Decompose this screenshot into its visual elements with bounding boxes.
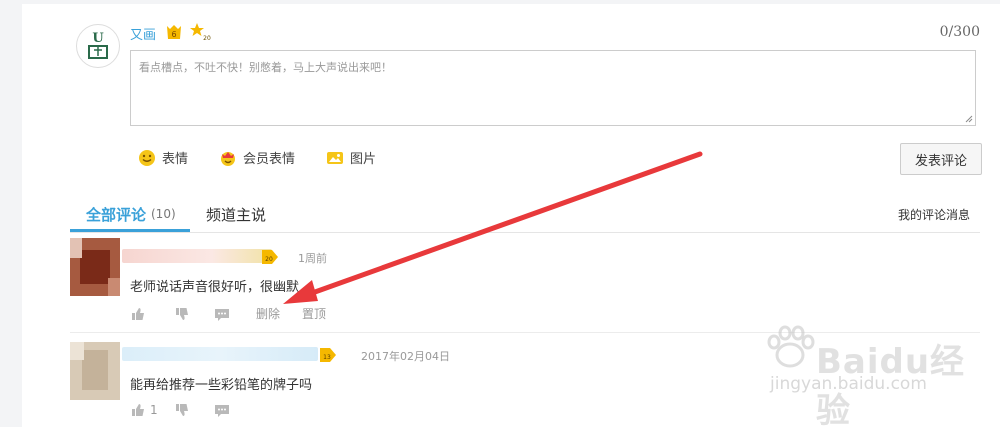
dislike-button[interactable] [174,306,214,322]
page-left-gutter [0,0,22,427]
comment-avatar[interactable] [70,342,120,400]
thumbs-up-icon [132,307,144,320]
smile-icon [139,149,155,166]
like-count: 1 [150,403,158,417]
comment-input-placeholder: 看点槽点，不吐不快！别憋着，马上大声说出来吧！ [139,61,392,74]
comment-username-blurred[interactable] [122,249,272,263]
tab-all-comments[interactable]: 全部评论 [86,204,146,225]
comment-actions: 删除 置顶 [130,305,326,322]
comment-timestamp: 1周前 [298,252,327,265]
image-button[interactable]: 图片 [326,148,376,167]
comment-text: 能再给推荐一些彩铅笔的牌子吗 [130,378,313,393]
level-badge-text: 6 [171,30,176,39]
comment-input[interactable]: 看点槽点，不吐不快！别憋着，马上大声说出来吧！ [130,50,976,126]
thumbs-up-icon [132,404,144,416]
vip-badge-level: 20 [203,35,211,42]
submit-comment-button[interactable]: 发表评论 [900,143,982,175]
like-button[interactable] [130,306,174,322]
member-badge-level: 13 [323,354,331,361]
tab-all-comments-count: (10) [151,207,176,221]
dislike-button[interactable] [174,402,214,418]
vip-emoji-button[interactable]: 会员表情 [219,148,295,167]
resize-handle-icon[interactable] [965,115,973,123]
delete-button[interactable]: 删除 [256,305,302,322]
member-badge-level: 20 [265,256,273,263]
thumbs-down-icon [176,404,188,416]
tab-channel-owner[interactable]: 频道主说 [206,204,266,225]
my-comment-messages-link[interactable]: 我的评论消息 [898,206,970,223]
vip-emoji-button-label: 会员表情 [243,152,296,167]
comment-text: 老师说话声音很好听，很幽默 [130,280,300,295]
user-avatar[interactable]: U [76,24,120,68]
member-badge-icon: 13 [320,348,336,362]
reply-button[interactable] [214,402,230,418]
comment-avatar[interactable] [70,238,120,296]
comment-username-blurred[interactable] [122,347,318,361]
comment-divider [70,332,980,333]
vip-star-badge-icon: 20 [189,22,213,42]
reply-button[interactable] [214,306,256,322]
comment-bubble-icon [215,308,229,321]
like-button[interactable]: 1 [130,402,174,418]
svg-text:U: U [92,31,104,46]
vip-emoji-icon [221,151,235,166]
tab-divider [70,232,980,233]
char-counter: 0/300 [939,24,980,40]
comment-actions: 1 [130,402,230,418]
thumbs-down-icon [176,307,188,320]
emoji-button[interactable]: 表情 [138,148,188,167]
comment-timestamp: 2017年02月04日 [361,350,450,363]
image-icon [327,151,343,164]
current-username[interactable]: 又画 [130,24,156,43]
pin-button[interactable]: 置顶 [302,305,326,322]
member-badge-icon: 20 [262,250,278,264]
image-button-label: 图片 [350,152,377,167]
level-badge-icon: 6 [165,23,183,41]
avatar-logo-icon: U [85,30,111,63]
emoji-button-label: 表情 [162,152,189,167]
comment-bubble-icon [215,405,229,417]
